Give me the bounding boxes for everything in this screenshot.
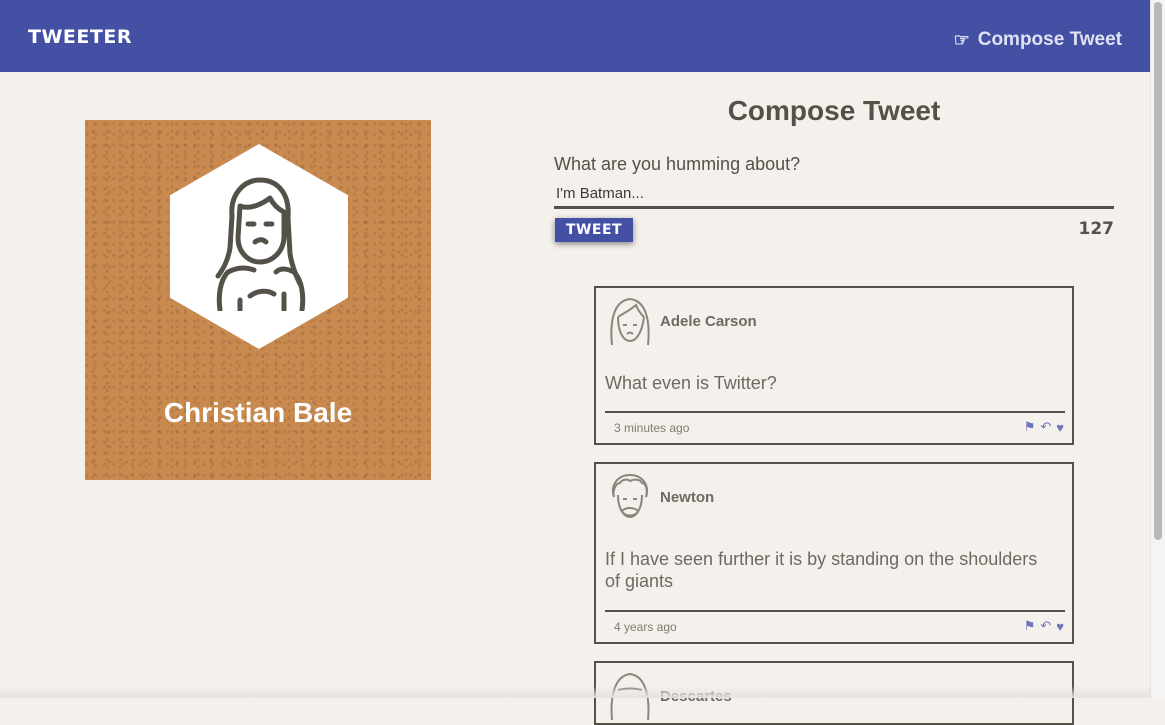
user-avatar-icon [215,177,306,311]
profile-card: Christian Bale [85,120,431,480]
profile-name: Christian Bale [163,397,353,428]
page-scrollbar[interactable] [1150,0,1165,698]
compose-prompt-label: What are you humming about? [554,154,801,174]
retweet-icon[interactable]: ↶ [1040,618,1051,634]
brand-logo[interactable]: TWEETER [28,26,132,48]
tweet-text: What even is Twitter? [605,373,777,393]
flag-icon[interactable]: ⚑ [1024,618,1036,634]
avatar-hexagon [170,144,348,349]
retweet-icon[interactable]: ↶ [1040,419,1051,435]
tweet-author[interactable]: Adele Carson [660,313,757,330]
tweet-button[interactable]: TWEET [555,218,633,242]
tweet-author[interactable]: Newton [660,489,714,506]
tweet-text: If I have seen further it is by standing… [605,549,1038,591]
heart-icon[interactable]: ♥ [1056,619,1064,634]
tweet-actions: ⚑ ↶ ♥ [1024,618,1064,634]
character-counter: 127 [1078,219,1115,239]
compose-title: Compose Tweet [727,95,941,126]
tweet-card: Newton If I have seen further it is by s… [594,462,1074,644]
flag-icon[interactable]: ⚑ [1024,419,1036,435]
female-avatar-icon [610,297,650,346]
tweet-timestamp: 4 years ago [614,620,677,634]
scrollbar-thumb[interactable] [1154,2,1162,540]
compose-tweet-link[interactable]: ☞ Compose Tweet [954,29,1122,51]
tweet-actions: ⚑ ↶ ♥ [1024,419,1064,435]
top-nav: TWEETER ☞ Compose Tweet [0,0,1151,72]
tweet-header: Adele Carson [606,294,757,348]
tweet-divider [605,411,1065,413]
tweet-timestamp: 3 minutes ago [614,421,690,435]
tweet-card: Adele Carson What even is Twitter? 3 min… [594,286,1074,445]
tweet-header: Newton [606,470,714,524]
tweet-text-input[interactable] [554,180,1114,209]
heart-icon[interactable]: ♥ [1056,420,1064,435]
pointing-hand-icon: ☞ [953,29,970,50]
bottom-shadow [0,686,1151,698]
tweet-divider [605,610,1065,612]
compose-tweet-link-label: Compose Tweet [977,29,1122,50]
male-avatar-icon [612,473,648,519]
